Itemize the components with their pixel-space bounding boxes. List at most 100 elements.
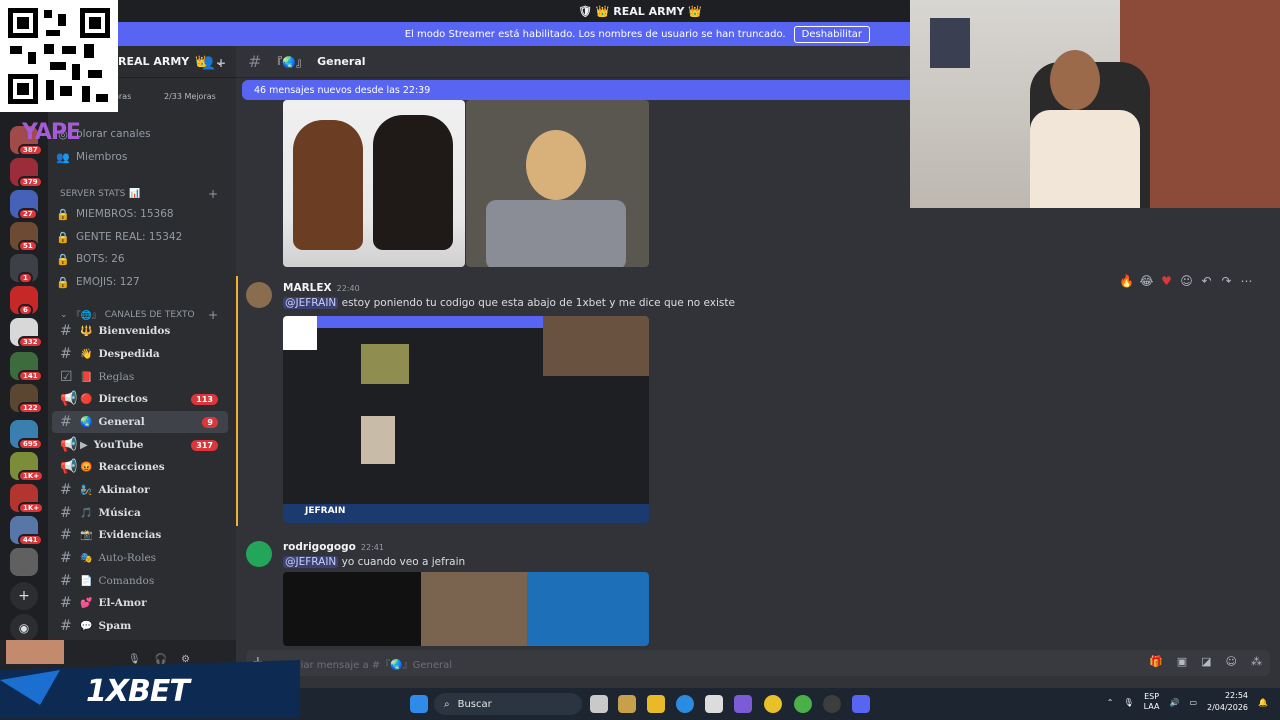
- channel-spam[interactable]: # 💬 Spam: [52, 615, 228, 637]
- stat-channel[interactable]: 🔒 MIEMBROS: 15368: [56, 204, 228, 224]
- language-indicator[interactable]: ESP LAA: [1144, 692, 1160, 712]
- server-icon[interactable]: 695: [10, 420, 43, 450]
- forward-icon[interactable]: ↷: [1220, 274, 1233, 288]
- add-server-icon[interactable]: +: [10, 582, 38, 610]
- browse-channels-link[interactable]: ◎ plorar canales: [56, 124, 228, 144]
- mic-icon[interactable]: 🎙: [1124, 698, 1134, 707]
- discord-icon[interactable]: [852, 695, 870, 713]
- obs-icon[interactable]: [823, 695, 841, 713]
- channel-bienvenidos[interactable]: # 🔱 Bienvenidos: [52, 320, 228, 342]
- channel-header: # 『🌏』 General: [236, 46, 910, 78]
- sticker-icon[interactable]: ◪: [1201, 655, 1211, 668]
- task-view-icon[interactable]: [590, 695, 608, 713]
- server-icon[interactable]: 27: [10, 190, 38, 220]
- gif-icon[interactable]: ▣: [1177, 655, 1187, 668]
- server-icon[interactable]: 51: [10, 222, 38, 252]
- qr-code: [0, 0, 118, 112]
- app-icon[interactable]: [618, 695, 636, 713]
- channel-emoji: 🌏: [80, 416, 93, 428]
- image-attachment[interactable]: [283, 572, 649, 646]
- server-badge: 379: [18, 176, 43, 188]
- disable-streamer-button[interactable]: Deshabilitar: [793, 25, 870, 43]
- search-label: Buscar: [457, 698, 492, 710]
- add-reaction-icon[interactable]: ☺: [1180, 274, 1193, 288]
- gift-icon[interactable]: 🎁: [1149, 655, 1163, 668]
- emoji-icon[interactable]: ☺: [1226, 655, 1237, 668]
- mention[interactable]: @JEFRAIN: [283, 297, 339, 309]
- image-attachment[interactable]: [283, 100, 465, 267]
- image-attachment[interactable]: [466, 100, 649, 267]
- message-author[interactable]: rodrigogogo 22:41: [283, 541, 384, 553]
- add-channel-icon[interactable]: +: [208, 187, 218, 201]
- server-icon[interactable]: 6: [10, 286, 38, 316]
- reaction-fire-icon[interactable]: 🔥: [1119, 274, 1134, 288]
- message-author[interactable]: MARLEX 22:40: [283, 282, 360, 294]
- stat-channel[interactable]: 🔒 BOTS: 26: [56, 249, 228, 269]
- members-link[interactable]: 👥 Miembros: [56, 147, 228, 167]
- channel-emoji: 🧞: [80, 484, 93, 496]
- channel-general[interactable]: # 🌏 General 9: [52, 411, 228, 433]
- channel-emoji: 🎭: [80, 552, 93, 564]
- hash-icon: #: [60, 414, 72, 430]
- image-thumb: [421, 572, 527, 646]
- windows-start-icon[interactable]: [410, 695, 428, 713]
- server-icon[interactable]: 1: [10, 254, 38, 284]
- channel-name: Bienvenidos: [98, 325, 171, 337]
- hash-icon: #: [60, 550, 72, 566]
- notification-icon[interactable]: 🔔: [1258, 698, 1268, 707]
- clock[interactable]: 22:54 2/04/2026: [1207, 690, 1248, 714]
- server-icon[interactable]: 441: [10, 516, 43, 546]
- mention[interactable]: @JEFRAIN: [283, 556, 339, 568]
- image-thumb: [361, 344, 409, 384]
- chevron-up-icon[interactable]: ⌃: [1107, 698, 1114, 707]
- new-messages-bar[interactable]: 46 mensajes nuevos desde las 22:39: [242, 80, 910, 100]
- edge-icon[interactable]: [676, 695, 694, 713]
- reaction-emoji-icon[interactable]: 😂: [1139, 274, 1153, 288]
- screenshot-attachment[interactable]: JEFRAIN: [283, 316, 649, 523]
- stat-channel[interactable]: 🔒 GENTE REAL: 15342: [56, 227, 228, 247]
- channel-auto-roles[interactable]: # 🎭 Auto-Roles: [52, 547, 228, 569]
- chrome-icon[interactable]: [794, 695, 812, 713]
- channel-reglas[interactable]: ☑ 📕 Reglas: [52, 366, 228, 388]
- app-icon[interactable]: [734, 695, 752, 713]
- reply-icon[interactable]: ↶: [1200, 274, 1213, 288]
- server-icon[interactable]: 1K+: [10, 484, 45, 514]
- reaction-heart-icon[interactable]: ♥: [1160, 274, 1173, 288]
- app-icon[interactable]: [705, 695, 723, 713]
- message-input[interactable]: Enviar mensaje a #『🌏』General: [246, 650, 1270, 676]
- server-badge: 441: [18, 534, 43, 546]
- channel-reacciones[interactable]: 📢 😡 Reacciones: [52, 456, 228, 478]
- apps-icon[interactable]: ⁂: [1251, 655, 1262, 668]
- server-icon[interactable]: 1K+: [10, 452, 45, 482]
- avatar[interactable]: [246, 541, 272, 567]
- server-icon[interactable]: 122: [10, 384, 43, 414]
- category-label: CANALES DE TEXTO: [104, 309, 195, 320]
- category-server-stats[interactable]: SERVER STATS 📊 +: [60, 187, 218, 201]
- network-icon[interactable]: ▭: [1189, 698, 1197, 707]
- more-icon[interactable]: ⋯: [1240, 274, 1253, 288]
- channel-youtube[interactable]: 📢 ▶ YouTube 317: [52, 434, 228, 456]
- stat-channel[interactable]: 🔒 EMOJIS: 127: [56, 272, 228, 292]
- avatar[interactable]: [246, 282, 272, 308]
- channel-musica[interactable]: # 🎵 Música: [52, 502, 228, 524]
- channel-emoji: 😡: [80, 461, 93, 473]
- taskbar-search[interactable]: ⌕ Buscar: [434, 693, 582, 715]
- add-person-icon[interactable]: 👤+: [201, 56, 226, 70]
- folder-icon[interactable]: [647, 695, 665, 713]
- face: [1050, 50, 1100, 110]
- channel-directos[interactable]: 📢 🔴 Directos 113: [52, 388, 228, 410]
- server-icon[interactable]: 332: [10, 318, 43, 348]
- server-icon[interactable]: [10, 548, 38, 576]
- discover-icon[interactable]: ◉: [10, 614, 38, 642]
- chrome-icon[interactable]: [764, 695, 782, 713]
- channel-comandos[interactable]: # 📄 Comandos: [52, 570, 228, 592]
- channel-akinator[interactable]: # 🧞 Akinator: [52, 479, 228, 501]
- channel-evidencias[interactable]: # 📸 Evidencias: [52, 524, 228, 546]
- server-icon[interactable]: 379: [10, 158, 43, 188]
- channel-despedida[interactable]: # 👋 Despedida: [52, 343, 228, 365]
- channel-el-amor[interactable]: # 💕 El-Amor: [52, 592, 228, 614]
- volume-icon[interactable]: 🔊: [1169, 698, 1179, 707]
- hash-icon: #: [60, 527, 72, 543]
- server-icon[interactable]: 141: [10, 352, 43, 382]
- server-badge: 122: [18, 402, 43, 414]
